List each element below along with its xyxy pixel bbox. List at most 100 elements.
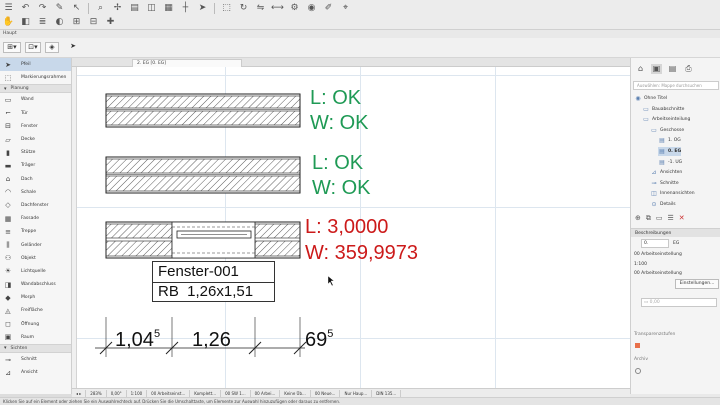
render-icon[interactable]: ◐ (53, 17, 66, 28)
tree-item[interactable]: ▤ -1. UG (658, 158, 682, 167)
status-bar-item[interactable]: 283% (86, 389, 107, 397)
tool-arrow[interactable]: ➤ Pfeil (0, 58, 71, 72)
settings-icon[interactable]: ⚙ (288, 3, 301, 14)
status-bar-item[interactable]: Nur Haup... (340, 389, 373, 397)
status-bar-item[interactable]: ◂ ▸ (72, 389, 87, 397)
mirror-icon[interactable]: ⇋ (254, 3, 267, 14)
new-view-icon[interactable]: ⊕ (635, 214, 641, 223)
layout-book-tab[interactable]: ▤ (667, 64, 678, 74)
tool-slab[interactable]: ▱ Decke (0, 133, 71, 146)
tool-object[interactable]: ⚇ Objekt (0, 252, 71, 265)
zoom-icon[interactable]: ⌕ (94, 3, 107, 14)
cursor-icon[interactable]: ⌖ (339, 3, 352, 14)
folder-icon[interactable]: ▭ (656, 214, 663, 223)
color-swatch[interactable] (635, 343, 640, 348)
tool-railing[interactable]: ⫼ Geländer (0, 238, 71, 251)
tool-marquee[interactable]: ⬚ Markierungsrahmen (0, 71, 71, 84)
grid-toggle-button[interactable]: ⊞▾ (3, 42, 21, 53)
tree-item[interactable]: ⊿ Ansichten (650, 168, 682, 177)
tree-item[interactable]: ▭ Geschosse (650, 126, 684, 135)
tool-stair[interactable]: ≡ Treppe (0, 225, 71, 238)
tab-floor-plan[interactable]: 2. EG [0. EG] (132, 59, 242, 67)
property-row[interactable]: 00 Arbeitseinstellung (634, 250, 682, 259)
tool-wall-end[interactable]: ◨ Wandabschluss (0, 278, 71, 291)
tool-roof[interactable]: ⌂ Dach (0, 173, 71, 186)
tree-item[interactable]: ▤ 1. OG (658, 136, 681, 145)
rotate-icon[interactable]: ↻ (237, 3, 250, 14)
archive-toggle[interactable] (635, 368, 641, 374)
tool-column[interactable]: ▮ Stütze (0, 146, 71, 159)
redo-icon[interactable]: ↷ (36, 3, 49, 14)
navigator-search-input[interactable]: Auswählen: Mappe durchsuchen (633, 81, 719, 90)
tool-door[interactable]: ⌐ Tür (0, 107, 71, 120)
undo-icon[interactable]: ↶ (19, 3, 32, 14)
tool-wall[interactable]: ▭ Wand (0, 93, 71, 106)
tool-morph[interactable]: ◆ Morph (0, 291, 71, 304)
delete-icon[interactable]: ✕ (679, 214, 685, 223)
layer-icon[interactable]: ▤ (128, 3, 141, 14)
status-bar-item[interactable]: 00 Arbei... (251, 389, 281, 397)
tool-lamp[interactable]: ☀ Lichtquelle (0, 265, 71, 278)
dimension-text-3[interactable]: 695 (305, 323, 333, 351)
selection-mode-button[interactable]: ⊡▾ (25, 42, 41, 53)
window-marker-label[interactable]: Fenster-001 RB 1,26x1,51 (152, 261, 275, 302)
pencil-icon[interactable]: ✎ (53, 3, 66, 14)
measure-icon[interactable]: ⟷ (271, 3, 284, 14)
status-bar-item[interactable]: 00 SW 1... (221, 389, 251, 397)
dimension-text-2[interactable]: 1,26 (192, 323, 231, 351)
pointer-icon[interactable]: ↖ (70, 3, 83, 14)
hand-icon[interactable]: ✋ (2, 17, 15, 28)
status-bar-item[interactable]: 00 Arbeitseinst... (147, 389, 191, 397)
plus-icon[interactable]: ✚ (104, 17, 117, 28)
tree-item[interactable]: ⊙ Details (650, 200, 675, 209)
wall-1[interactable] (105, 93, 301, 128)
grid-icon[interactable]: ▦ (162, 3, 175, 14)
tree-item[interactable]: ⊸ Schnitte (650, 179, 678, 188)
arrow-tool-icon[interactable]: ➤ (66, 42, 80, 53)
layer-field[interactable]: ▭ 0,00 (641, 298, 717, 307)
status-bar-item[interactable]: 00 Neue... (311, 389, 341, 397)
status-bar-item[interactable]: 0,00° (107, 389, 127, 397)
toolbox-section-header[interactable]: ▾ Planung (0, 84, 71, 94)
tool-beam[interactable]: ▬ Träger (0, 159, 71, 172)
tool-curtain-wall[interactable]: ▦ Fassade (0, 212, 71, 225)
property-row[interactable]: 00 Arbeitseinstellung (634, 269, 682, 278)
guide-icon[interactable]: ┼ (179, 3, 192, 14)
status-bar-item[interactable]: Komplett... (190, 389, 222, 397)
brush-icon[interactable]: ✐ (322, 3, 335, 14)
tree-item[interactable]: ▤ 0. EG (658, 147, 682, 156)
view-map-tab[interactable]: ▣ (651, 64, 662, 74)
snap-icon[interactable]: ✢ (111, 3, 124, 14)
tool-opening[interactable]: ◻ Öffnung (0, 318, 71, 331)
tool-shell[interactable]: ◠ Schale (0, 186, 71, 199)
trace-icon[interactable]: ◧ (19, 17, 32, 28)
filter-button[interactable]: ◈ (45, 42, 59, 53)
grid2-icon[interactable]: ⊞ (70, 17, 83, 28)
tool-skylight[interactable]: ◇ Dachfenster (0, 199, 71, 212)
id-field[interactable]: 0. (641, 239, 669, 248)
tool-mesh[interactable]: ◬ Freifläche (0, 304, 71, 317)
status-bar-item[interactable]: DIN 135... (372, 389, 402, 397)
scale-row[interactable]: 1:100 (634, 260, 647, 269)
floor-plan-canvas[interactable]: L: OK W: OK L: OK W: OK L: 3,0000 W: 359… (77, 67, 630, 388)
tool-elevation[interactable]: ⊿ Ansicht (0, 366, 71, 379)
publisher-tab[interactable]: ⎙ (683, 64, 694, 74)
clone-icon[interactable]: ⧉ (646, 214, 651, 223)
dimension-text-1[interactable]: 1,045 (115, 323, 160, 351)
tree-item[interactable]: ▭ Arbeitseinteilung (642, 115, 690, 124)
tool-window[interactable]: ⊟ Fenster (0, 120, 71, 133)
status-bar-item[interactable]: Keine Üb... (280, 389, 311, 397)
arrow-icon[interactable]: ➤ (196, 3, 209, 14)
status-bar-item[interactable]: 1:100 (127, 389, 148, 397)
tool-zone[interactable]: ▣ Raum (0, 331, 71, 344)
toolbox-section-header[interactable]: ▾ Sichten (0, 343, 71, 353)
project-map-tab[interactable]: ⌂ (635, 64, 646, 74)
view-icon[interactable]: ◫ (145, 3, 158, 14)
table-icon[interactable]: ⊟ (87, 17, 100, 28)
tree-item[interactable]: ◫ Innenansichten (650, 189, 694, 198)
marquee-icon[interactable]: ⬚ (220, 3, 233, 14)
tool-section[interactable]: ⊸ Schnitt (0, 353, 71, 366)
settings-button[interactable]: Einstellungen... (675, 279, 719, 289)
eye-icon[interactable]: ◉ (305, 3, 318, 14)
window-001[interactable] (171, 221, 256, 259)
